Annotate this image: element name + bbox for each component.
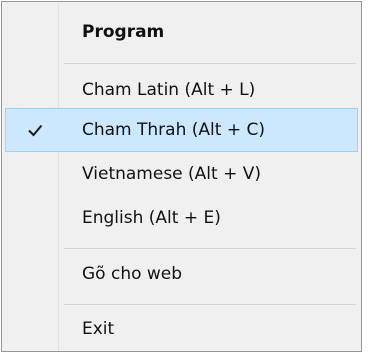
menu-item-label: Exit bbox=[82, 319, 115, 339]
menu-separator bbox=[64, 248, 356, 249]
menu-item-label: Cham Latin (Alt + L) bbox=[82, 80, 256, 100]
checkmark-icon bbox=[28, 124, 43, 137]
menu-item-vietnamese[interactable]: Vietnamese (Alt + V) bbox=[5, 152, 358, 196]
menu-separator bbox=[64, 304, 356, 305]
menu-item-program[interactable]: Program bbox=[5, 10, 358, 54]
context-menu: Program Cham Latin (Alt + L) Cham Thrah … bbox=[1, 1, 362, 352]
menu-item-label: Gõ cho web bbox=[82, 264, 183, 284]
menu-item-label: English (Alt + E) bbox=[82, 208, 221, 228]
menu-item-cham-thrah[interactable]: Cham Thrah (Alt + C) bbox=[5, 108, 358, 152]
menu-item-exit[interactable]: Exit bbox=[5, 307, 358, 351]
menu-item-label: Cham Thrah (Alt + C) bbox=[82, 120, 265, 140]
menu-separator bbox=[64, 63, 356, 64]
menu-item-label: Vietnamese (Alt + V) bbox=[82, 164, 261, 184]
menu-item-go-cho-web[interactable]: Gõ cho web bbox=[5, 252, 358, 296]
menu-item-label: Program bbox=[82, 22, 165, 42]
menu-item-cham-latin[interactable]: Cham Latin (Alt + L) bbox=[5, 68, 358, 112]
menu-item-english[interactable]: English (Alt + E) bbox=[5, 196, 358, 240]
